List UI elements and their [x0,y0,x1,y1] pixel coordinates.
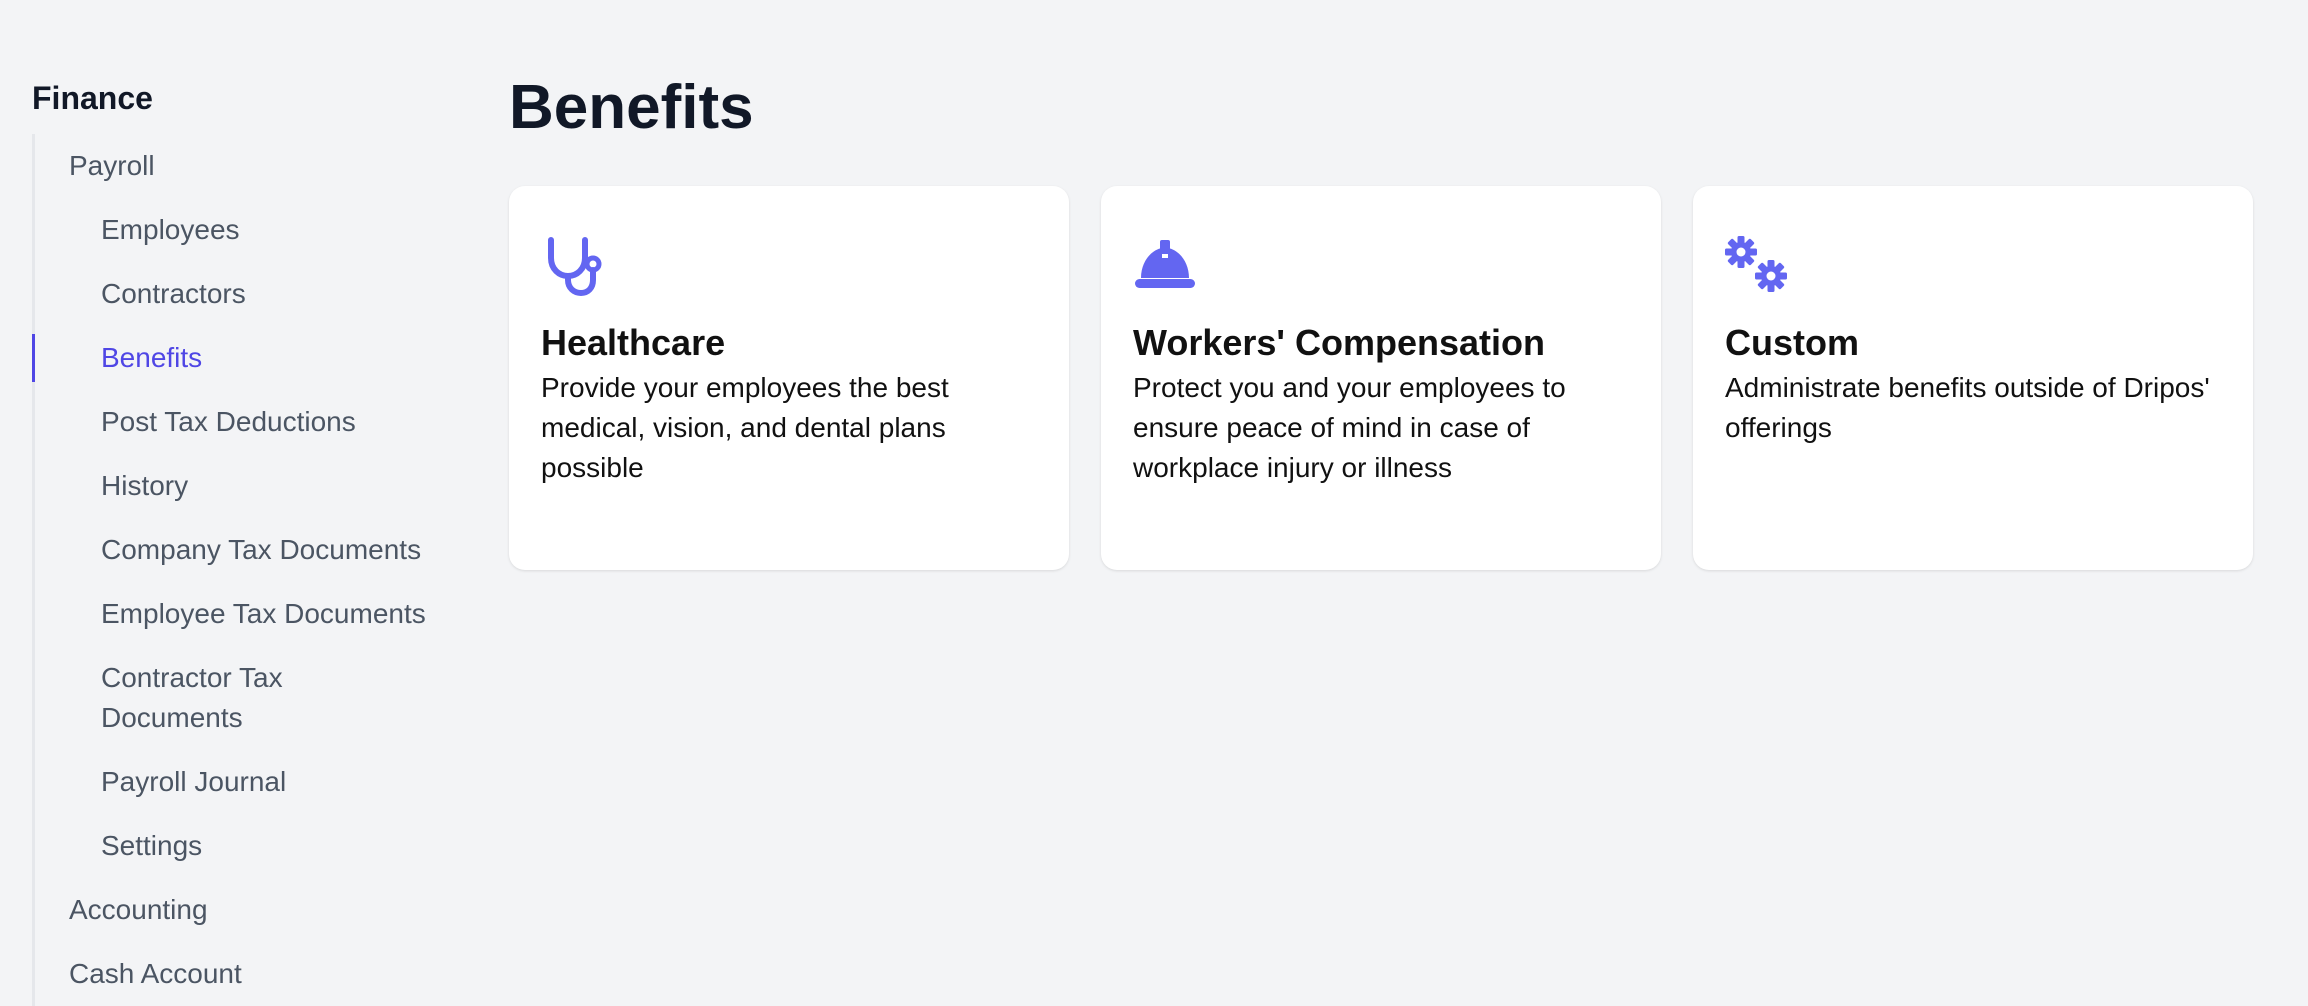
workers-compensation-card-title: Workers' Compensation [1133,322,1545,363]
sidebar-section-title: Finance [32,80,153,116]
main-content: Benefits Healthcare Provide your employe… [509,68,2254,570]
page-title: Benefits [509,73,754,142]
gears-icon [1725,236,1787,292]
sidebar-item-post-tax-deductions[interactable]: Post Tax Deductions [35,390,462,454]
healthcare-card-title: Healthcare [541,322,726,363]
sidebar-item-payroll-journal[interactable]: Payroll Journal [35,750,462,814]
sidebar-item-contractor-tax-documents[interactable]: Contractor Tax Documents [35,646,341,750]
sidebar-item-cash-account[interactable]: Cash Account [35,942,462,1006]
custom-card-description: Administrate benefits outside of Dripos'… [1725,372,2210,443]
workers-compensation-card[interactable]: Workers' Compensation Protect you and yo… [1101,186,1661,570]
sidebar: Finance Payroll Employees Contractors Be… [32,76,462,1006]
custom-card[interactable]: Custom Administrate benefits outside of … [1693,186,2253,570]
sidebar-item-employee-tax-documents[interactable]: Employee Tax Documents [35,582,462,646]
sidebar-item-benefits[interactable]: Benefits [32,326,462,390]
custom-card-title: Custom [1725,322,1859,363]
sidebar-item-settings[interactable]: Settings [35,814,462,878]
workers-compensation-card-description: Protect you and your employees to ensure… [1133,372,1566,483]
stethoscope-icon [548,237,602,297]
sidebar-nav-list: Payroll Employees Contractors Benefits P… [32,134,462,1006]
sidebar-item-company-tax-documents[interactable]: Company Tax Documents [35,518,462,582]
sidebar-item-payroll[interactable]: Payroll [35,134,462,198]
sidebar-item-history[interactable]: History [35,454,462,518]
sidebar-item-accounting[interactable]: Accounting [35,878,462,942]
sidebar-item-employees[interactable]: Employees [35,198,462,262]
page: Finance Payroll Employees Contractors Be… [0,0,2308,1006]
healthcare-card-description: Provide your employees the best medical,… [541,372,949,483]
hard-hat-icon [1135,240,1195,288]
benefit-cards: Healthcare Provide your employees the be… [509,186,2254,570]
healthcare-card[interactable]: Healthcare Provide your employees the be… [509,186,1069,570]
sidebar-item-contractors[interactable]: Contractors [35,262,462,326]
